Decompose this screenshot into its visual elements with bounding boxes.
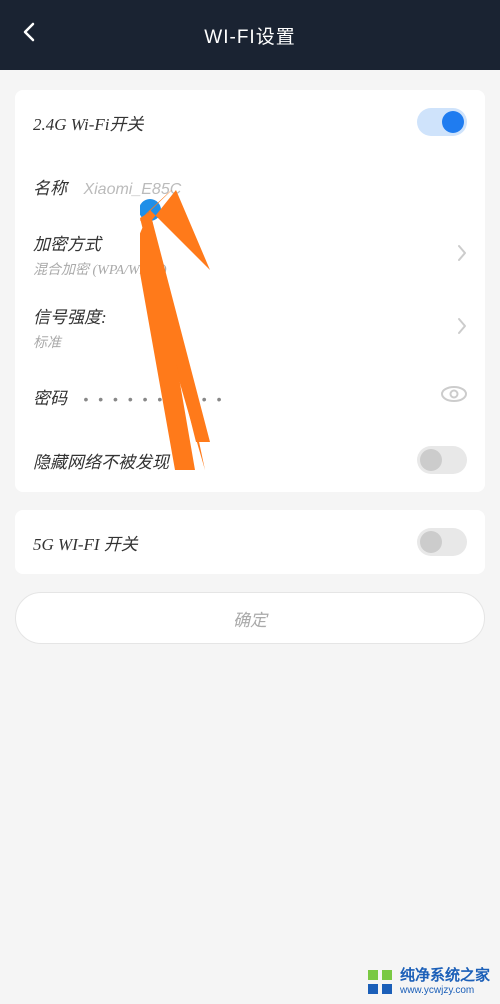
password-row[interactable]: 密码 • • • • • • • • • • [33,364,467,428]
page-title: WI-FI设置 [204,22,295,49]
wifi-24g-switch-label: 2.4G Wi-Fi开关 [33,110,144,135]
wifi-24g-switch-row: 2.4G Wi-Fi开关 [33,90,467,154]
signal-row[interactable]: 信号强度: 标准 [33,291,467,364]
confirm-button[interactable]: 确定 [15,592,485,644]
wifi-5g-toggle[interactable] [417,528,467,556]
toggle-knob [442,111,464,133]
content-area: 2.4G Wi-Fi开关 名称 Xiaomi_E85C 加密方式 混合加密 (W… [0,70,500,644]
chevron-right-icon [457,315,467,341]
watermark: 纯净系统之家 www.ycwjzy.com [366,968,490,996]
wifi-5g-switch-row: 5G WI-FI 开关 [33,510,467,574]
signal-label: 信号强度: [33,303,107,328]
wifi-24g-toggle[interactable] [417,108,467,136]
toggle-knob [420,449,442,471]
toggle-knob [420,531,442,553]
signal-value: 标准 [33,332,107,352]
watermark-title: 纯净系统之家 [400,968,490,985]
password-label: 密码 [33,389,67,408]
wifi-5g-card: 5G WI-FI 开关 [15,510,485,574]
password-mask: • • • • • • • • • • [83,391,224,407]
encryption-value: 混合加密 (WPA/WPA2) [33,259,167,279]
wifi-name-row[interactable]: 名称 Xiaomi_E85C [33,154,467,218]
watermark-url: www.ycwjzy.com [400,985,490,996]
wifi-5g-switch-label: 5G WI-FI 开关 [33,530,138,555]
chevron-right-icon [457,242,467,268]
hide-network-label: 隐藏网络不被发现 [33,448,169,473]
eye-icon[interactable] [441,385,467,408]
hide-network-toggle[interactable] [417,446,467,474]
header-bar: WI-FI设置 [0,0,500,70]
watermark-logo-icon [366,968,394,996]
encryption-label: 加密方式 [33,230,167,255]
confirm-label: 确定 [233,606,267,631]
wifi-name-label: 名称 [33,179,67,198]
wifi-24g-card: 2.4G Wi-Fi开关 名称 Xiaomi_E85C 加密方式 混合加密 (W… [15,90,485,492]
wifi-name-value: Xiaomi_E85C [83,181,181,198]
back-icon[interactable] [20,20,38,51]
hide-network-row: 隐藏网络不被发现 [33,428,467,492]
encryption-row[interactable]: 加密方式 混合加密 (WPA/WPA2) [33,218,467,291]
